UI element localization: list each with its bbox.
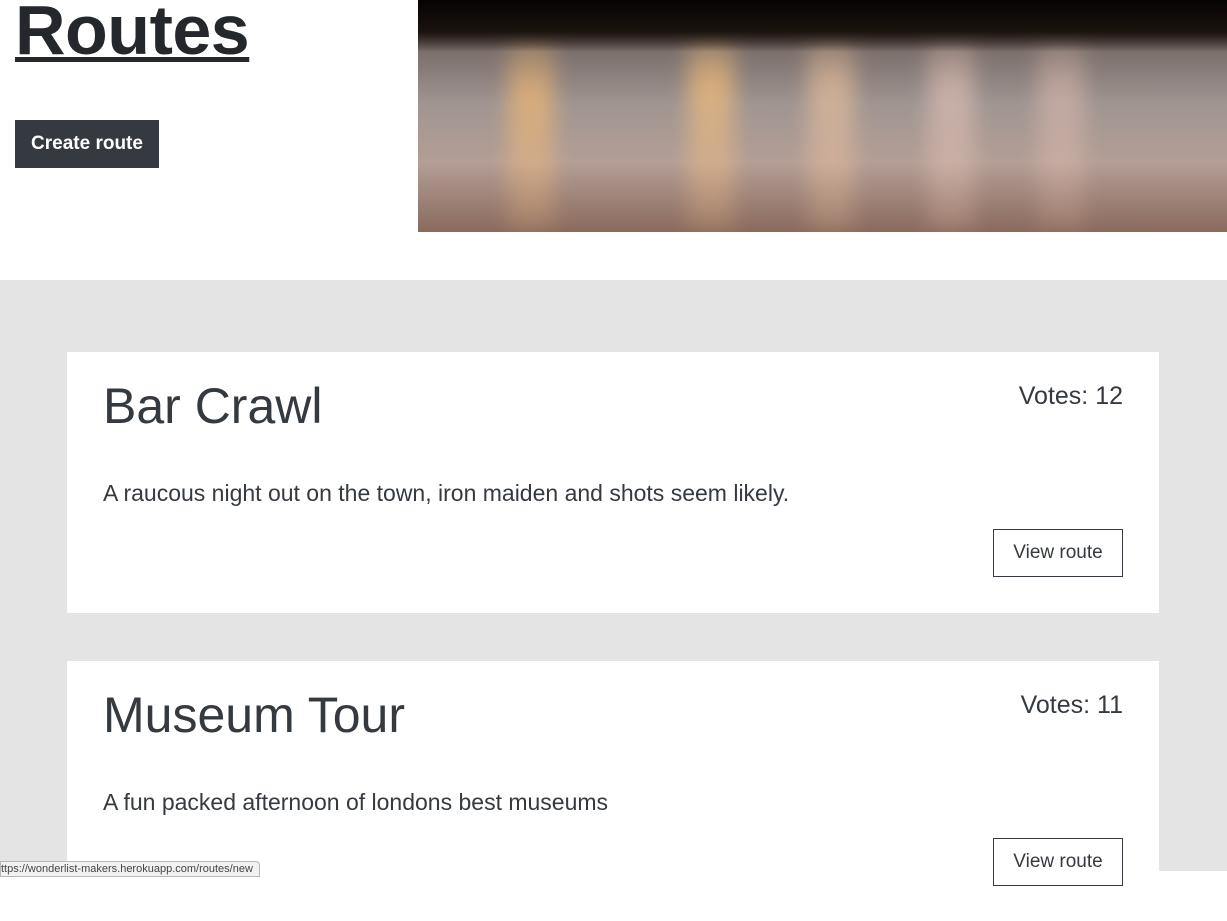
route-title: Bar Crawl [103, 378, 323, 434]
view-route-button[interactable]: View route [993, 838, 1123, 886]
route-votes: Votes: 11 [1020, 691, 1123, 719]
status-bar-url: ttps://wonderlist-makers.herokuapp.com/r… [0, 861, 260, 877]
hero-image [418, 0, 1227, 232]
route-votes: Votes: 12 [1018, 382, 1123, 410]
route-description: A fun packed afternoon of londons best m… [103, 789, 609, 815]
view-route-button[interactable]: View route [993, 529, 1123, 577]
route-description: A raucous night out on the town, iron ma… [103, 480, 790, 506]
route-title: Museum Tour [103, 687, 405, 743]
create-route-button[interactable]: Create route [15, 120, 159, 168]
route-card: Bar Crawl Votes: 12 A raucous night out … [67, 352, 1159, 613]
route-card: Museum Tour Votes: 11 A fun packed after… [67, 661, 1159, 921]
hero-section: Routes Create route [0, 0, 1227, 280]
page-title[interactable]: Routes [15, 0, 250, 69]
